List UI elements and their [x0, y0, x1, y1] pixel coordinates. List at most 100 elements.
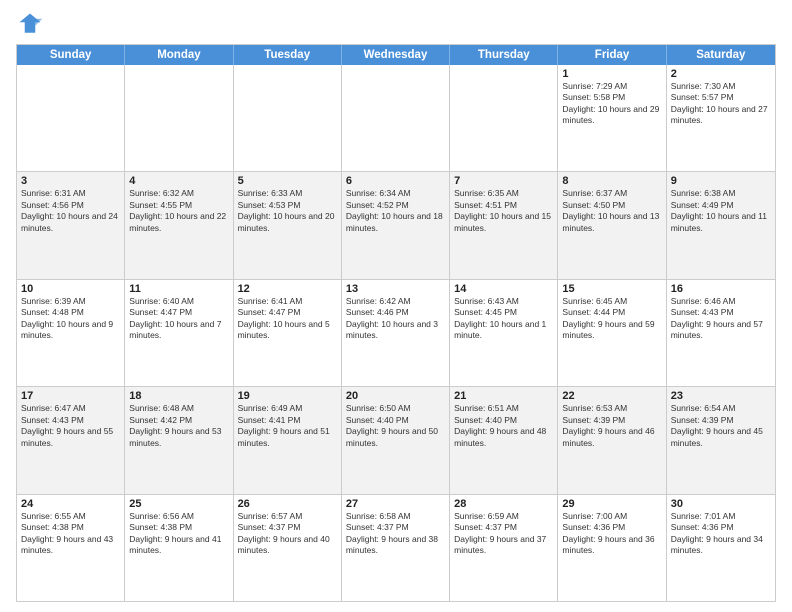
- day-number: 18: [129, 390, 228, 402]
- day-number: 23: [671, 390, 771, 402]
- day-number: 25: [129, 498, 228, 510]
- day-info: Sunrise: 6:54 AM Sunset: 4:39 PM Dayligh…: [671, 403, 771, 449]
- calendar-header: SundayMondayTuesdayWednesdayThursdayFrid…: [17, 45, 775, 65]
- day-info: Sunrise: 6:39 AM Sunset: 4:48 PM Dayligh…: [21, 296, 120, 342]
- day-number: 2: [671, 68, 771, 80]
- calendar-cell: 26Sunrise: 6:57 AM Sunset: 4:37 PM Dayli…: [234, 495, 342, 601]
- day-number: 13: [346, 283, 445, 295]
- day-info: Sunrise: 6:49 AM Sunset: 4:41 PM Dayligh…: [238, 403, 337, 449]
- day-number: 8: [562, 175, 661, 187]
- day-info: Sunrise: 6:35 AM Sunset: 4:51 PM Dayligh…: [454, 188, 553, 234]
- day-info: Sunrise: 6:37 AM Sunset: 4:50 PM Dayligh…: [562, 188, 661, 234]
- day-number: 28: [454, 498, 553, 510]
- day-info: Sunrise: 6:43 AM Sunset: 4:45 PM Dayligh…: [454, 296, 553, 342]
- logo-icon: [16, 10, 44, 38]
- calendar-cell: 21Sunrise: 6:51 AM Sunset: 4:40 PM Dayli…: [450, 387, 558, 493]
- day-info: Sunrise: 6:41 AM Sunset: 4:47 PM Dayligh…: [238, 296, 337, 342]
- day-number: 10: [21, 283, 120, 295]
- day-info: Sunrise: 6:50 AM Sunset: 4:40 PM Dayligh…: [346, 403, 445, 449]
- calendar-cell: 20Sunrise: 6:50 AM Sunset: 4:40 PM Dayli…: [342, 387, 450, 493]
- calendar-cell: 17Sunrise: 6:47 AM Sunset: 4:43 PM Dayli…: [17, 387, 125, 493]
- calendar-cell: 11Sunrise: 6:40 AM Sunset: 4:47 PM Dayli…: [125, 280, 233, 386]
- calendar-cell: 13Sunrise: 6:42 AM Sunset: 4:46 PM Dayli…: [342, 280, 450, 386]
- day-info: Sunrise: 6:33 AM Sunset: 4:53 PM Dayligh…: [238, 188, 337, 234]
- calendar-cell: [450, 65, 558, 171]
- day-number: 24: [21, 498, 120, 510]
- calendar-cell: [125, 65, 233, 171]
- calendar: SundayMondayTuesdayWednesdayThursdayFrid…: [16, 44, 776, 602]
- day-number: 14: [454, 283, 553, 295]
- day-info: Sunrise: 6:42 AM Sunset: 4:46 PM Dayligh…: [346, 296, 445, 342]
- calendar-row-3: 17Sunrise: 6:47 AM Sunset: 4:43 PM Dayli…: [17, 386, 775, 493]
- day-info: Sunrise: 6:56 AM Sunset: 4:38 PM Dayligh…: [129, 511, 228, 557]
- calendar-cell: 1Sunrise: 7:29 AM Sunset: 5:58 PM Daylig…: [558, 65, 666, 171]
- calendar-cell: 4Sunrise: 6:32 AM Sunset: 4:55 PM Daylig…: [125, 172, 233, 278]
- day-info: Sunrise: 6:46 AM Sunset: 4:43 PM Dayligh…: [671, 296, 771, 342]
- header: [16, 10, 776, 38]
- day-info: Sunrise: 6:59 AM Sunset: 4:37 PM Dayligh…: [454, 511, 553, 557]
- day-info: Sunrise: 6:57 AM Sunset: 4:37 PM Dayligh…: [238, 511, 337, 557]
- calendar-cell: 10Sunrise: 6:39 AM Sunset: 4:48 PM Dayli…: [17, 280, 125, 386]
- calendar-row-2: 10Sunrise: 6:39 AM Sunset: 4:48 PM Dayli…: [17, 279, 775, 386]
- day-info: Sunrise: 6:58 AM Sunset: 4:37 PM Dayligh…: [346, 511, 445, 557]
- day-number: 9: [671, 175, 771, 187]
- calendar-cell: 24Sunrise: 6:55 AM Sunset: 4:38 PM Dayli…: [17, 495, 125, 601]
- weekday-header-wednesday: Wednesday: [342, 45, 450, 65]
- calendar-cell: 3Sunrise: 6:31 AM Sunset: 4:56 PM Daylig…: [17, 172, 125, 278]
- calendar-cell: 9Sunrise: 6:38 AM Sunset: 4:49 PM Daylig…: [667, 172, 775, 278]
- calendar-cell: 15Sunrise: 6:45 AM Sunset: 4:44 PM Dayli…: [558, 280, 666, 386]
- day-number: 7: [454, 175, 553, 187]
- calendar-cell: 2Sunrise: 7:30 AM Sunset: 5:57 PM Daylig…: [667, 65, 775, 171]
- calendar-cell: 14Sunrise: 6:43 AM Sunset: 4:45 PM Dayli…: [450, 280, 558, 386]
- day-number: 26: [238, 498, 337, 510]
- day-number: 16: [671, 283, 771, 295]
- day-info: Sunrise: 6:55 AM Sunset: 4:38 PM Dayligh…: [21, 511, 120, 557]
- weekday-header-thursday: Thursday: [450, 45, 558, 65]
- calendar-cell: 29Sunrise: 7:00 AM Sunset: 4:36 PM Dayli…: [558, 495, 666, 601]
- calendar-cell: 16Sunrise: 6:46 AM Sunset: 4:43 PM Dayli…: [667, 280, 775, 386]
- calendar-row-1: 3Sunrise: 6:31 AM Sunset: 4:56 PM Daylig…: [17, 171, 775, 278]
- day-info: Sunrise: 6:34 AM Sunset: 4:52 PM Dayligh…: [346, 188, 445, 234]
- page: SundayMondayTuesdayWednesdayThursdayFrid…: [0, 0, 792, 612]
- day-number: 1: [562, 68, 661, 80]
- day-number: 19: [238, 390, 337, 402]
- weekday-header-monday: Monday: [125, 45, 233, 65]
- day-number: 6: [346, 175, 445, 187]
- calendar-cell: 19Sunrise: 6:49 AM Sunset: 4:41 PM Dayli…: [234, 387, 342, 493]
- day-number: 15: [562, 283, 661, 295]
- day-info: Sunrise: 7:30 AM Sunset: 5:57 PM Dayligh…: [671, 81, 771, 127]
- day-number: 12: [238, 283, 337, 295]
- calendar-cell: 30Sunrise: 7:01 AM Sunset: 4:36 PM Dayli…: [667, 495, 775, 601]
- day-info: Sunrise: 6:53 AM Sunset: 4:39 PM Dayligh…: [562, 403, 661, 449]
- day-info: Sunrise: 6:31 AM Sunset: 4:56 PM Dayligh…: [21, 188, 120, 234]
- day-info: Sunrise: 7:01 AM Sunset: 4:36 PM Dayligh…: [671, 511, 771, 557]
- weekday-header-friday: Friday: [558, 45, 666, 65]
- day-number: 22: [562, 390, 661, 402]
- day-number: 21: [454, 390, 553, 402]
- day-info: Sunrise: 7:00 AM Sunset: 4:36 PM Dayligh…: [562, 511, 661, 557]
- day-number: 20: [346, 390, 445, 402]
- calendar-cell: 5Sunrise: 6:33 AM Sunset: 4:53 PM Daylig…: [234, 172, 342, 278]
- calendar-cell: 8Sunrise: 6:37 AM Sunset: 4:50 PM Daylig…: [558, 172, 666, 278]
- weekday-header-saturday: Saturday: [667, 45, 775, 65]
- day-number: 17: [21, 390, 120, 402]
- day-info: Sunrise: 6:38 AM Sunset: 4:49 PM Dayligh…: [671, 188, 771, 234]
- weekday-header-tuesday: Tuesday: [234, 45, 342, 65]
- calendar-cell: 12Sunrise: 6:41 AM Sunset: 4:47 PM Dayli…: [234, 280, 342, 386]
- calendar-body: 1Sunrise: 7:29 AM Sunset: 5:58 PM Daylig…: [17, 65, 775, 601]
- calendar-cell: [17, 65, 125, 171]
- calendar-row-4: 24Sunrise: 6:55 AM Sunset: 4:38 PM Dayli…: [17, 494, 775, 601]
- day-info: Sunrise: 6:51 AM Sunset: 4:40 PM Dayligh…: [454, 403, 553, 449]
- calendar-cell: 28Sunrise: 6:59 AM Sunset: 4:37 PM Dayli…: [450, 495, 558, 601]
- calendar-cell: 7Sunrise: 6:35 AM Sunset: 4:51 PM Daylig…: [450, 172, 558, 278]
- day-number: 29: [562, 498, 661, 510]
- weekday-header-sunday: Sunday: [17, 45, 125, 65]
- day-info: Sunrise: 6:32 AM Sunset: 4:55 PM Dayligh…: [129, 188, 228, 234]
- calendar-cell: 18Sunrise: 6:48 AM Sunset: 4:42 PM Dayli…: [125, 387, 233, 493]
- day-info: Sunrise: 6:47 AM Sunset: 4:43 PM Dayligh…: [21, 403, 120, 449]
- day-info: Sunrise: 6:48 AM Sunset: 4:42 PM Dayligh…: [129, 403, 228, 449]
- calendar-cell: 27Sunrise: 6:58 AM Sunset: 4:37 PM Dayli…: [342, 495, 450, 601]
- calendar-cell: [234, 65, 342, 171]
- day-number: 27: [346, 498, 445, 510]
- calendar-cell: 22Sunrise: 6:53 AM Sunset: 4:39 PM Dayli…: [558, 387, 666, 493]
